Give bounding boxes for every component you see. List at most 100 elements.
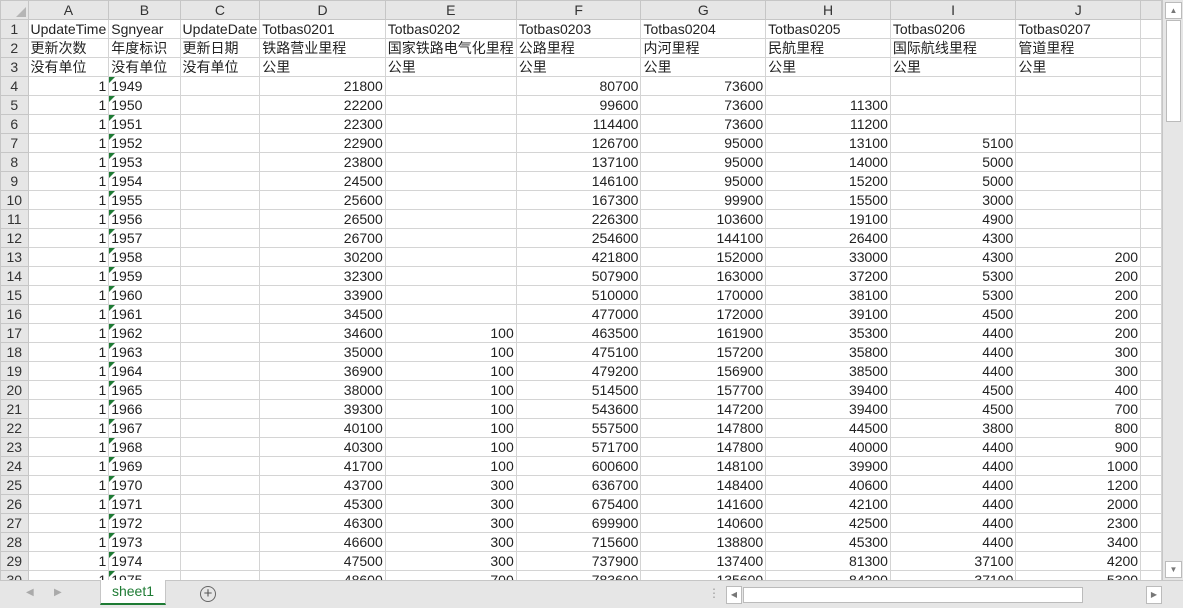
- cell-I4[interactable]: [889, 76, 1017, 96]
- cell-F19[interactable]: 479200: [515, 361, 642, 381]
- cell-empty[interactable]: [1140, 209, 1162, 229]
- cell-empty[interactable]: [1140, 532, 1162, 552]
- cell-F28[interactable]: 715600: [515, 532, 642, 552]
- cell-A16[interactable]: 1: [27, 304, 110, 324]
- row-header[interactable]: 10: [0, 190, 29, 210]
- cell-E3[interactable]: 公里: [384, 57, 517, 77]
- cell-H16[interactable]: 39100: [765, 304, 891, 324]
- cell-G11[interactable]: 103600: [640, 209, 767, 229]
- cell-C30[interactable]: [179, 570, 261, 580]
- cell-F3[interactable]: 公里: [515, 57, 642, 77]
- cell-C25[interactable]: [179, 475, 261, 495]
- cell-H15[interactable]: 38100: [765, 285, 891, 305]
- cell-B14[interactable]: 1959: [108, 266, 181, 286]
- cell-H2[interactable]: 民航里程: [765, 38, 891, 58]
- cell-G12[interactable]: 144100: [640, 228, 767, 248]
- cell-H6[interactable]: 11200: [765, 114, 891, 134]
- cell-empty[interactable]: [1140, 551, 1162, 571]
- cell-D26[interactable]: 45300: [259, 494, 386, 514]
- cell-F18[interactable]: 475100: [515, 342, 642, 362]
- cell-E10[interactable]: [384, 190, 517, 210]
- cell-H17[interactable]: 35300: [765, 323, 891, 343]
- cell-G21[interactable]: 147200: [640, 399, 767, 419]
- cell-F17[interactable]: 463500: [515, 323, 642, 343]
- cell-I25[interactable]: 4400: [889, 475, 1017, 495]
- cell-I1[interactable]: Totbas0206: [889, 19, 1017, 39]
- row-header[interactable]: 12: [0, 228, 29, 248]
- cell-C1[interactable]: UpdateDate: [179, 19, 261, 39]
- cell-empty[interactable]: [1140, 152, 1162, 172]
- cell-I24[interactable]: 4400: [889, 456, 1017, 476]
- cell-E21[interactable]: 100: [384, 399, 517, 419]
- cell-F15[interactable]: 510000: [515, 285, 642, 305]
- cell-J8[interactable]: [1015, 152, 1142, 172]
- cell-E20[interactable]: 100: [384, 380, 517, 400]
- cell-B26[interactable]: 1971: [108, 494, 181, 514]
- cell-C17[interactable]: [179, 323, 261, 343]
- column-header-B[interactable]: B: [108, 0, 181, 20]
- cell-B27[interactable]: 1972: [108, 513, 181, 533]
- cell-I22[interactable]: 3800: [889, 418, 1017, 438]
- cell-H11[interactable]: 19100: [765, 209, 891, 229]
- column-header-H[interactable]: H: [765, 0, 891, 20]
- column-header-A[interactable]: A: [27, 0, 110, 20]
- cell-F1[interactable]: Totbas0203: [515, 19, 642, 39]
- cell-A10[interactable]: 1: [27, 190, 110, 210]
- cell-I28[interactable]: 4400: [889, 532, 1017, 552]
- column-header-D[interactable]: D: [259, 0, 386, 20]
- cell-D5[interactable]: 22200: [259, 95, 386, 115]
- cell-I17[interactable]: 4400: [889, 323, 1017, 343]
- cell-D23[interactable]: 40300: [259, 437, 386, 457]
- cell-J2[interactable]: 管道里程: [1015, 38, 1142, 58]
- cell-J18[interactable]: 300: [1015, 342, 1142, 362]
- cell-D30[interactable]: 48600: [259, 570, 386, 580]
- cell-E15[interactable]: [384, 285, 517, 305]
- cell-D1[interactable]: Totbas0201: [259, 19, 386, 39]
- cell-J28[interactable]: 3400: [1015, 532, 1142, 552]
- cell-A14[interactable]: 1: [27, 266, 110, 286]
- cell-C29[interactable]: [179, 551, 261, 571]
- cell-H22[interactable]: 44500: [765, 418, 891, 438]
- cell-J22[interactable]: 800: [1015, 418, 1142, 438]
- row-header[interactable]: 28: [0, 532, 29, 552]
- cell-C5[interactable]: [179, 95, 261, 115]
- cell-empty[interactable]: [1140, 570, 1162, 580]
- cell-B11[interactable]: 1956: [108, 209, 181, 229]
- cell-J21[interactable]: 700: [1015, 399, 1142, 419]
- cell-H30[interactable]: 84200: [765, 570, 891, 580]
- cell-H19[interactable]: 38500: [765, 361, 891, 381]
- cell-B3[interactable]: 没有单位: [108, 57, 181, 77]
- cell-E22[interactable]: 100: [384, 418, 517, 438]
- cell-E1[interactable]: Totbas0202: [384, 19, 517, 39]
- cell-C4[interactable]: [179, 76, 261, 96]
- cell-G29[interactable]: 137400: [640, 551, 767, 571]
- cell-B5[interactable]: 1950: [108, 95, 181, 115]
- cell-G23[interactable]: 147800: [640, 437, 767, 457]
- cell-D11[interactable]: 26500: [259, 209, 386, 229]
- cell-I12[interactable]: 4300: [889, 228, 1017, 248]
- cell-G22[interactable]: 147800: [640, 418, 767, 438]
- cell-empty[interactable]: [1140, 266, 1162, 286]
- cell-G18[interactable]: 157200: [640, 342, 767, 362]
- next-sheet-icon[interactable]: ▶: [54, 587, 62, 598]
- plus-circle-icon[interactable]: +: [200, 586, 216, 602]
- cell-I7[interactable]: 5100: [889, 133, 1017, 153]
- cell-A15[interactable]: 1: [27, 285, 110, 305]
- cell-C10[interactable]: [179, 190, 261, 210]
- cell-I29[interactable]: 37100: [889, 551, 1017, 571]
- cell-H21[interactable]: 39400: [765, 399, 891, 419]
- cell-A5[interactable]: 1: [27, 95, 110, 115]
- column-header-E[interactable]: E: [384, 0, 517, 20]
- row-header[interactable]: 17: [0, 323, 29, 343]
- row-header[interactable]: 9: [0, 171, 29, 191]
- cell-I6[interactable]: [889, 114, 1017, 134]
- cell-A29[interactable]: 1: [27, 551, 110, 571]
- cell-E19[interactable]: 100: [384, 361, 517, 381]
- tab-sheet1[interactable]: sheet1: [100, 580, 166, 605]
- row-header[interactable]: 20: [0, 380, 29, 400]
- cell-J29[interactable]: 4200: [1015, 551, 1142, 571]
- row-header[interactable]: 29: [0, 551, 29, 571]
- cell-J4[interactable]: [1015, 76, 1142, 96]
- cell-empty[interactable]: [1140, 57, 1162, 77]
- cell-I27[interactable]: 4400: [889, 513, 1017, 533]
